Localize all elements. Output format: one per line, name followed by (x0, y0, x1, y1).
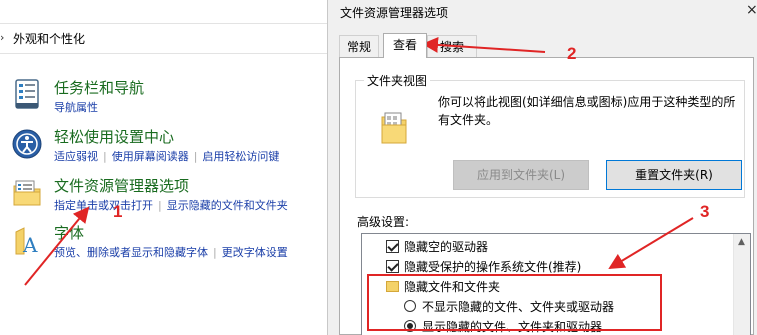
folder-view-description: 你可以将此视图(如详细信息或图标)应用于这种类型的所有文件夹。 (438, 95, 736, 127)
cp-item-fonts: A 字体 预览、删除或者显示和隐藏字体 | 更改字体设置 (0, 222, 333, 262)
cp-item-title[interactable]: 文件资源管理器选项 (54, 175, 189, 196)
tab-view-panel: 文件夹视图 你可以将此视图(如详细信息或图标)应用于这种类型的所有文件夹。 应用… (339, 57, 754, 335)
list-item-label: 隐藏空的驱动器 (404, 240, 489, 254)
checkbox-checked[interactable] (386, 260, 399, 273)
breadcrumb: › 外观和个性化 (0, 23, 333, 54)
list-item-label: 隐藏受保护的操作系统文件(推荐) (404, 260, 582, 274)
link-low-vision[interactable]: 适应弱视 (54, 150, 98, 163)
list-item-label: 隐藏文件和文件夹 (404, 280, 501, 294)
vertical-scrollbar[interactable]: ▲ (733, 234, 750, 335)
fonts-icon: A (15, 227, 38, 257)
chevron-right-icon[interactable]: › (0, 31, 4, 44)
apply-to-folders-button[interactable]: 应用到文件夹(L) (453, 160, 589, 190)
link-access-keys[interactable]: 启用轻松访问键 (202, 150, 279, 163)
svg-text:A: A (22, 233, 38, 257)
breadcrumb-label[interactable]: 外观和个性化 (13, 30, 85, 47)
link-preview-fonts[interactable]: 预览、删除或者显示和隐藏字体 (54, 246, 208, 259)
tab-search[interactable]: 搜索 (427, 35, 477, 57)
radio-unselected[interactable] (404, 300, 416, 312)
folder-view-title: 文件夹视图 (364, 72, 431, 89)
cp-item-links: 预览、删除或者显示和隐藏字体 | 更改字体设置 (54, 246, 288, 259)
radio-selected[interactable] (404, 320, 416, 332)
link-show-hidden-files[interactable]: 显示隐藏的文件和文件夹 (167, 199, 288, 212)
list-item-label: 不显示隐藏的文件、文件夹或驱动器 (422, 300, 615, 314)
cp-item-title[interactable]: 任务栏和导航 (54, 77, 144, 98)
tab-view[interactable]: 查看 (383, 33, 427, 58)
file-explorer-options-dialog: 文件资源管理器选项 × 常规 查看 搜索 文件夹视图 你可以将此视图(如详细信息… (327, 0, 757, 335)
link-font-settings[interactable]: 更改字体设置 (222, 246, 288, 259)
link-single-double-click[interactable]: 指定单击或双击打开 (54, 199, 153, 212)
reset-folders-button[interactable]: 重置文件夹(R) (606, 160, 742, 190)
folder-icon (386, 281, 399, 292)
link-screen-reader[interactable]: 使用屏幕阅读器 (112, 150, 189, 163)
checkbox-checked[interactable] (386, 240, 399, 253)
file-explorer-options-icon (13, 180, 41, 206)
tab-general[interactable]: 常规 (339, 35, 379, 57)
ease-of-access-icon (12, 129, 42, 159)
cp-item-links: 指定单击或双击打开 | 显示隐藏的文件和文件夹 (54, 199, 288, 212)
scroll-up-icon[interactable]: ▲ (738, 237, 745, 247)
taskbar-icon (15, 79, 39, 109)
cp-item-links: 导航属性 (54, 99, 98, 115)
list-item-label: 显示隐藏的文件、文件夹和驱动器 (422, 320, 603, 334)
link-nav-properties[interactable]: 导航属性 (54, 101, 98, 114)
folder-view-group: 文件夹视图 你可以将此视图(如详细信息或图标)应用于这种类型的所有文件夹。 应用… (355, 72, 745, 198)
advanced-settings-label: 高级设置: (357, 215, 410, 229)
cp-item-file-explorer-options: 文件资源管理器选项 指定单击或双击打开 | 显示隐藏的文件和文件夹 (0, 174, 333, 214)
cp-item-ease-of-access: 轻松使用设置中心 适应弱视 | 使用屏幕阅读器 | 启用轻松访问键 (0, 124, 333, 164)
dialog-title: 文件资源管理器选项 (340, 6, 449, 20)
cp-item-links: 适应弱视 | 使用屏幕阅读器 | 启用轻松访问键 (54, 150, 280, 163)
control-panel: › 外观和个性化 任务栏和导航 导航属性 轻松使用设置中心 适应弱视 | 使用屏幕阅… (0, 0, 333, 335)
folder-view-icon (381, 112, 407, 144)
close-icon[interactable]: × (746, 2, 757, 18)
advanced-settings-list[interactable]: 隐藏空的驱动器 隐藏受保护的操作系统文件(推荐) 隐藏文件和文件夹 不显示隐藏的… (361, 233, 751, 335)
cp-item-taskbar: 任务栏和导航 导航属性 (0, 75, 333, 115)
cp-item-title[interactable]: 轻松使用设置中心 (54, 126, 174, 147)
cp-item-title[interactable]: 字体 (54, 222, 84, 243)
